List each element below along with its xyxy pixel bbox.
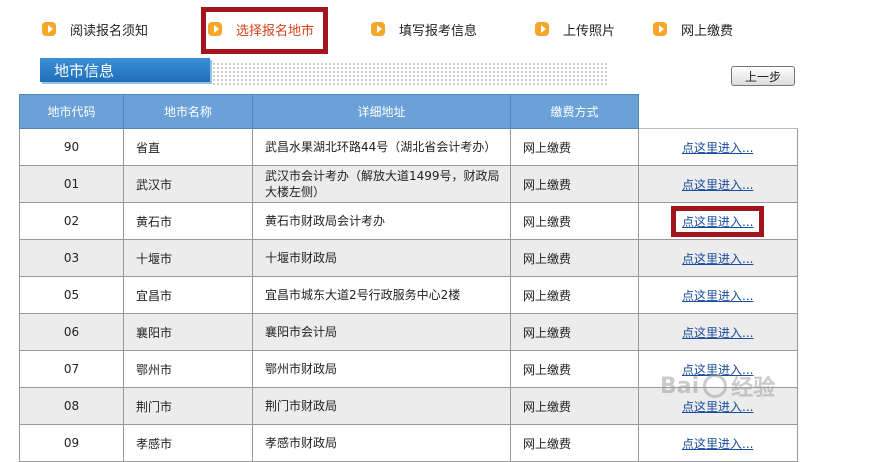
enter-link-cell: 点这里进入... <box>638 202 798 240</box>
step-upload-photo[interactable]: 上传照片 <box>535 19 615 39</box>
step-label: 阅读报名须知 <box>70 23 149 39</box>
arrow-right-icon <box>371 22 385 36</box>
link-highlight-box: 点这里进入... <box>671 205 765 237</box>
enter-link[interactable]: 点这里进入... <box>682 215 753 229</box>
payment-method: 网上缴费 <box>510 350 639 388</box>
step-online-payment[interactable]: 网上缴费 <box>653 19 733 39</box>
enter-link[interactable]: 点这里进入... <box>682 178 753 192</box>
city-address: 武汉市会计考办（解放大道1499号，财政局大楼左侧） <box>252 165 511 203</box>
city-address: 黄石市财政局会计考办 <box>252 202 511 240</box>
enter-link[interactable]: 点这里进入... <box>682 400 753 414</box>
table-header-row: 地市代码 地市名称 详细地址 缴费方式 <box>19 94 797 129</box>
payment-method: 网上缴费 <box>510 202 639 240</box>
enter-link-cell: 点这里进入... <box>638 350 798 388</box>
table-row: 03 十堰市 十堰市财政局 网上缴费 点这里进入... <box>19 239 798 277</box>
step-label: 选择报名地市 <box>236 23 315 39</box>
header-name: 地市名称 <box>123 94 253 129</box>
step-fill-info[interactable]: 填写报考信息 <box>371 19 477 39</box>
dotted-divider <box>212 62 607 86</box>
arrow-right-icon <box>535 22 549 36</box>
enter-link[interactable]: 点这里进入... <box>682 252 753 266</box>
city-table: 地市代码 地市名称 详细地址 缴费方式 90 省直 武昌水果湖北环路44号（湖北… <box>19 94 798 462</box>
city-name: 省直 <box>123 128 253 166</box>
city-address: 武昌水果湖北环路44号（湖北省会计考办） <box>252 128 511 166</box>
city-name: 孝感市 <box>123 424 253 462</box>
enter-link[interactable]: 点这里进入... <box>682 289 753 303</box>
header-empty <box>638 94 797 129</box>
city-address: 孝感市财政局 <box>252 424 511 462</box>
table-row: 02 黄石市 黄石市财政局会计考办 网上缴费 点这里进入... <box>19 202 798 240</box>
city-code: 90 <box>19 128 124 166</box>
city-code: 09 <box>19 424 124 462</box>
enter-link-cell: 点这里进入... <box>638 165 798 203</box>
city-code: 06 <box>19 313 124 351</box>
city-code: 01 <box>19 165 124 203</box>
enter-link[interactable]: 点这里进入... <box>682 141 753 155</box>
payment-method: 网上缴费 <box>510 424 639 462</box>
payment-method: 网上缴费 <box>510 128 639 166</box>
enter-link-cell: 点这里进入... <box>638 313 798 351</box>
table-row: 08 荆门市 荆门市财政局 网上缴费 点这里进入... <box>19 387 798 425</box>
enter-link-cell: 点这里进入... <box>638 387 798 425</box>
enter-link-cell: 点这里进入... <box>638 424 798 462</box>
city-address: 宜昌市城东大道2号行政服务中心2楼 <box>252 276 511 314</box>
step-label: 网上缴费 <box>681 23 734 39</box>
header-code: 地市代码 <box>19 94 124 129</box>
enter-link[interactable]: 点这里进入... <box>682 326 753 340</box>
table-row: 01 武汉市 武汉市会计考办（解放大道1499号，财政局大楼左侧） 网上缴费 点… <box>19 165 798 203</box>
enter-link[interactable]: 点这里进入... <box>682 363 753 377</box>
enter-link-cell: 点这里进入... <box>638 276 798 314</box>
section-title: 地市信息 <box>40 58 210 82</box>
arrow-right-icon <box>42 22 56 36</box>
payment-method: 网上缴费 <box>510 165 639 203</box>
arrow-right-icon <box>653 22 667 36</box>
city-code: 05 <box>19 276 124 314</box>
header-payment: 缴费方式 <box>510 94 639 129</box>
table-row: 06 襄阳市 襄阳市会计局 网上缴费 点这里进入... <box>19 313 798 351</box>
city-name: 十堰市 <box>123 239 253 277</box>
header-address: 详细地址 <box>252 94 511 129</box>
step-navigation: 阅读报名须知 选择报名地市 填写报考信息 上传照片 网上缴费 <box>0 0 887 60</box>
payment-method: 网上缴费 <box>510 313 639 351</box>
payment-method: 网上缴费 <box>510 239 639 277</box>
city-address: 鄂州市财政局 <box>252 350 511 388</box>
back-button[interactable]: 上一步 <box>731 66 795 86</box>
enter-link-cell: 点这里进入... <box>638 239 798 277</box>
enter-link[interactable]: 点这里进入... <box>682 437 753 451</box>
table-row: 90 省直 武昌水果湖北环路44号（湖北省会计考办） 网上缴费 点这里进入... <box>19 128 798 166</box>
city-name: 荆门市 <box>123 387 253 425</box>
city-code: 07 <box>19 350 124 388</box>
enter-link-cell: 点这里进入... <box>638 128 798 166</box>
table-row: 09 孝感市 孝感市财政局 网上缴费 点这里进入... <box>19 424 798 462</box>
city-name: 襄阳市 <box>123 313 253 351</box>
step-label: 上传照片 <box>563 23 616 39</box>
payment-method: 网上缴费 <box>510 387 639 425</box>
step-read-notice[interactable]: 阅读报名须知 <box>42 19 148 39</box>
city-name: 鄂州市 <box>123 350 253 388</box>
city-address: 襄阳市会计局 <box>252 313 511 351</box>
step-select-city[interactable]: 选择报名地市 <box>208 19 314 39</box>
arrow-right-icon <box>208 22 222 36</box>
payment-method: 网上缴费 <box>510 276 639 314</box>
city-address: 荆门市财政局 <box>252 387 511 425</box>
city-code: 08 <box>19 387 124 425</box>
city-name: 武汉市 <box>123 165 253 203</box>
step-label: 填写报考信息 <box>399 23 478 39</box>
table-row: 07 鄂州市 鄂州市财政局 网上缴费 点这里进入... <box>19 350 798 388</box>
city-address: 十堰市财政局 <box>252 239 511 277</box>
city-code: 03 <box>19 239 124 277</box>
city-name: 黄石市 <box>123 202 253 240</box>
city-code: 02 <box>19 202 124 240</box>
table-row: 05 宜昌市 宜昌市城东大道2号行政服务中心2楼 网上缴费 点这里进入... <box>19 276 798 314</box>
city-name: 宜昌市 <box>123 276 253 314</box>
